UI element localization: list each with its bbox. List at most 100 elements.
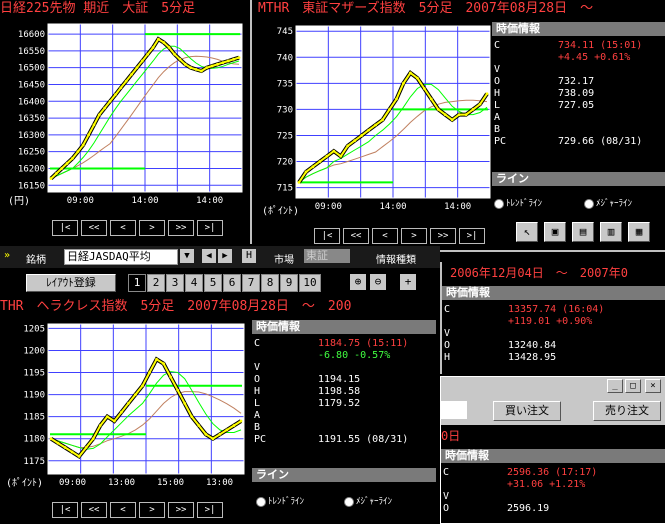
nav-button-2[interactable]: < xyxy=(110,502,136,518)
nav-button-3[interactable]: > xyxy=(139,220,165,236)
hercules-chart[interactable]: 1205 1200 1195 1190 1185 1180 1175 09:00 13:00 15… xyxy=(0,318,250,488)
nav-button-3[interactable]: > xyxy=(401,228,427,244)
hercules-title: THR ヘラクレス指数 5分足 2007年08月28日 ～ 200 xyxy=(0,299,352,314)
zoom-out-icon[interactable]: ⊖ xyxy=(370,274,386,290)
nav-button-1[interactable]: << xyxy=(81,220,107,236)
page-tab-3[interactable]: 3 xyxy=(166,274,184,292)
maximize-icon[interactable]: □ xyxy=(625,379,641,393)
nav-button-5[interactable]: >| xyxy=(197,502,223,518)
price-point xyxy=(119,410,123,414)
price-point xyxy=(84,446,88,449)
price-point xyxy=(151,46,155,49)
page-tab-4[interactable]: 4 xyxy=(185,274,203,292)
minimize-icon[interactable]: _ xyxy=(607,379,623,393)
price-point xyxy=(367,128,371,132)
info-value: 1191.55 (08/31) xyxy=(318,434,409,445)
y-tick-label: 16550 xyxy=(18,47,45,57)
page-tab-6[interactable]: 6 xyxy=(223,274,241,292)
toolbar-row-2: ﾚｲｱｳﾄ登録 1 2 3 4 5 6 7 8 9 10 ⊕ ⊖ + xyxy=(0,272,440,294)
hercules-trendline-radio[interactable]: ﾄﾚﾝﾄﾞﾗｲﾝ xyxy=(256,494,304,507)
y-tick-label: 1195 xyxy=(23,369,45,379)
page-tab-2[interactable]: 2 xyxy=(147,274,165,292)
price-point xyxy=(49,177,53,180)
nav-button-4[interactable]: >> xyxy=(168,502,194,518)
y-tick-label: 1190 xyxy=(23,391,45,401)
info-type-label: 情報種類 xyxy=(376,255,416,266)
info-key: C xyxy=(494,40,501,51)
layout-save-button[interactable]: ﾚｲｱｳﾄ登録 xyxy=(26,274,116,292)
info-key: V xyxy=(494,64,501,75)
order-date-fragment: 0日 xyxy=(441,429,461,443)
hercules-chart-window: THR ヘラクレス指数 5分足 2007年08月28日 ～ 200 1205 12… xyxy=(0,298,438,522)
cursor-tool-icon[interactable]: ↖ xyxy=(516,222,538,242)
price-point xyxy=(471,107,475,111)
page-tabs: 1 2 3 4 5 6 7 8 9 10 xyxy=(128,274,321,292)
price-point xyxy=(339,154,343,158)
price-point xyxy=(141,384,144,388)
hold-icon[interactable]: H xyxy=(242,249,256,263)
mthr-majorline-radio[interactable]: ﾒｼﾞｬｰﾗｲﾝ xyxy=(584,196,632,209)
clear-icon[interactable]: ▦ xyxy=(628,222,650,242)
page-tab-9[interactable]: 9 xyxy=(280,274,298,292)
nav-button-0[interactable]: |< xyxy=(52,220,78,236)
radio-icon xyxy=(494,198,504,209)
market-select[interactable]: 東証 xyxy=(304,249,350,263)
nav-button-4[interactable]: >> xyxy=(168,220,194,236)
nav-button-4[interactable]: >> xyxy=(430,228,456,244)
y-tick-label: 1205 xyxy=(23,324,45,334)
y-tick-label: 16450 xyxy=(18,80,45,90)
page-tab-1[interactable]: 1 xyxy=(128,274,146,292)
info-value: 727.05 xyxy=(558,100,595,111)
crosshair-icon[interactable]: + xyxy=(400,274,416,290)
nav-button-2[interactable]: < xyxy=(372,228,398,244)
price-point xyxy=(210,64,214,68)
price-point xyxy=(346,144,350,148)
price-point xyxy=(114,93,117,96)
mthr-chart[interactable]: 745 740 735 730 725 720 715 09:00 14:00 14:00 xyxy=(252,20,492,220)
sell-order-button[interactable]: 売り注文 xyxy=(593,401,661,421)
x-tick-label: 14:00 xyxy=(444,202,471,212)
price-point xyxy=(464,113,468,117)
brand-select[interactable]: 日経JASDAQ平均 xyxy=(64,249,178,265)
price-point xyxy=(87,133,90,137)
zoom-in-icon[interactable]: ⊕ xyxy=(350,274,366,290)
info-key: O xyxy=(494,76,501,87)
nav-button-1[interactable]: << xyxy=(343,228,369,244)
nikkei-chart[interactable]: 16600 16550 16500 16450 16400 16350 16300 16250… xyxy=(0,20,250,220)
paste-icon[interactable]: ▤ xyxy=(572,222,594,242)
mthr-unit: (ﾎﾟｲﾝﾄ) xyxy=(262,206,300,217)
y-tick-label: 1200 xyxy=(23,346,45,356)
close-icon[interactable]: × xyxy=(645,379,661,393)
info-key: O xyxy=(444,340,451,351)
x-tick-label: 09:00 xyxy=(67,196,94,206)
buy-order-button[interactable]: 買い注文 xyxy=(493,401,561,421)
page-tab-8[interactable]: 8 xyxy=(261,274,279,292)
info-row: B xyxy=(252,422,436,434)
next-arrow-icon[interactable]: ▶ xyxy=(218,249,232,263)
info-row: O 2596.19 xyxy=(441,503,665,515)
copy-icon[interactable]: ▣ xyxy=(544,222,566,242)
info-row: L 727.05 xyxy=(492,100,665,112)
expand-icon[interactable]: » xyxy=(4,250,10,261)
nav-button-2[interactable]: < xyxy=(110,220,136,236)
price-point xyxy=(194,67,198,71)
page-tab-5[interactable]: 5 xyxy=(204,274,222,292)
price-point xyxy=(167,46,171,49)
mthr-trendline-radio[interactable]: ﾄﾚﾝﾄﾞﾗｲﾝ xyxy=(494,196,542,209)
brand-dropdown-icon[interactable]: ▼ xyxy=(180,249,194,263)
prev-arrow-icon[interactable]: ◀ xyxy=(202,249,216,263)
trash-icon[interactable]: ▥ xyxy=(600,222,622,242)
y-tick-label: 715 xyxy=(277,184,293,194)
page-tab-7[interactable]: 7 xyxy=(242,274,260,292)
nav-button-3[interactable]: > xyxy=(139,502,165,518)
nav-button-5[interactable]: >| xyxy=(459,228,485,244)
info-value: 13428.95 xyxy=(508,352,557,363)
nav-button-0[interactable]: |< xyxy=(314,228,340,244)
nav-button-1[interactable]: << xyxy=(81,502,107,518)
price-point xyxy=(457,113,461,117)
page-tab-10[interactable]: 10 xyxy=(299,274,321,292)
order-input[interactable] xyxy=(441,401,467,419)
nav-button-0[interactable]: |< xyxy=(52,502,78,518)
hercules-majorline-radio[interactable]: ﾒｼﾞｬｰﾗｲﾝ xyxy=(344,494,392,507)
nav-button-5[interactable]: >| xyxy=(197,220,223,236)
